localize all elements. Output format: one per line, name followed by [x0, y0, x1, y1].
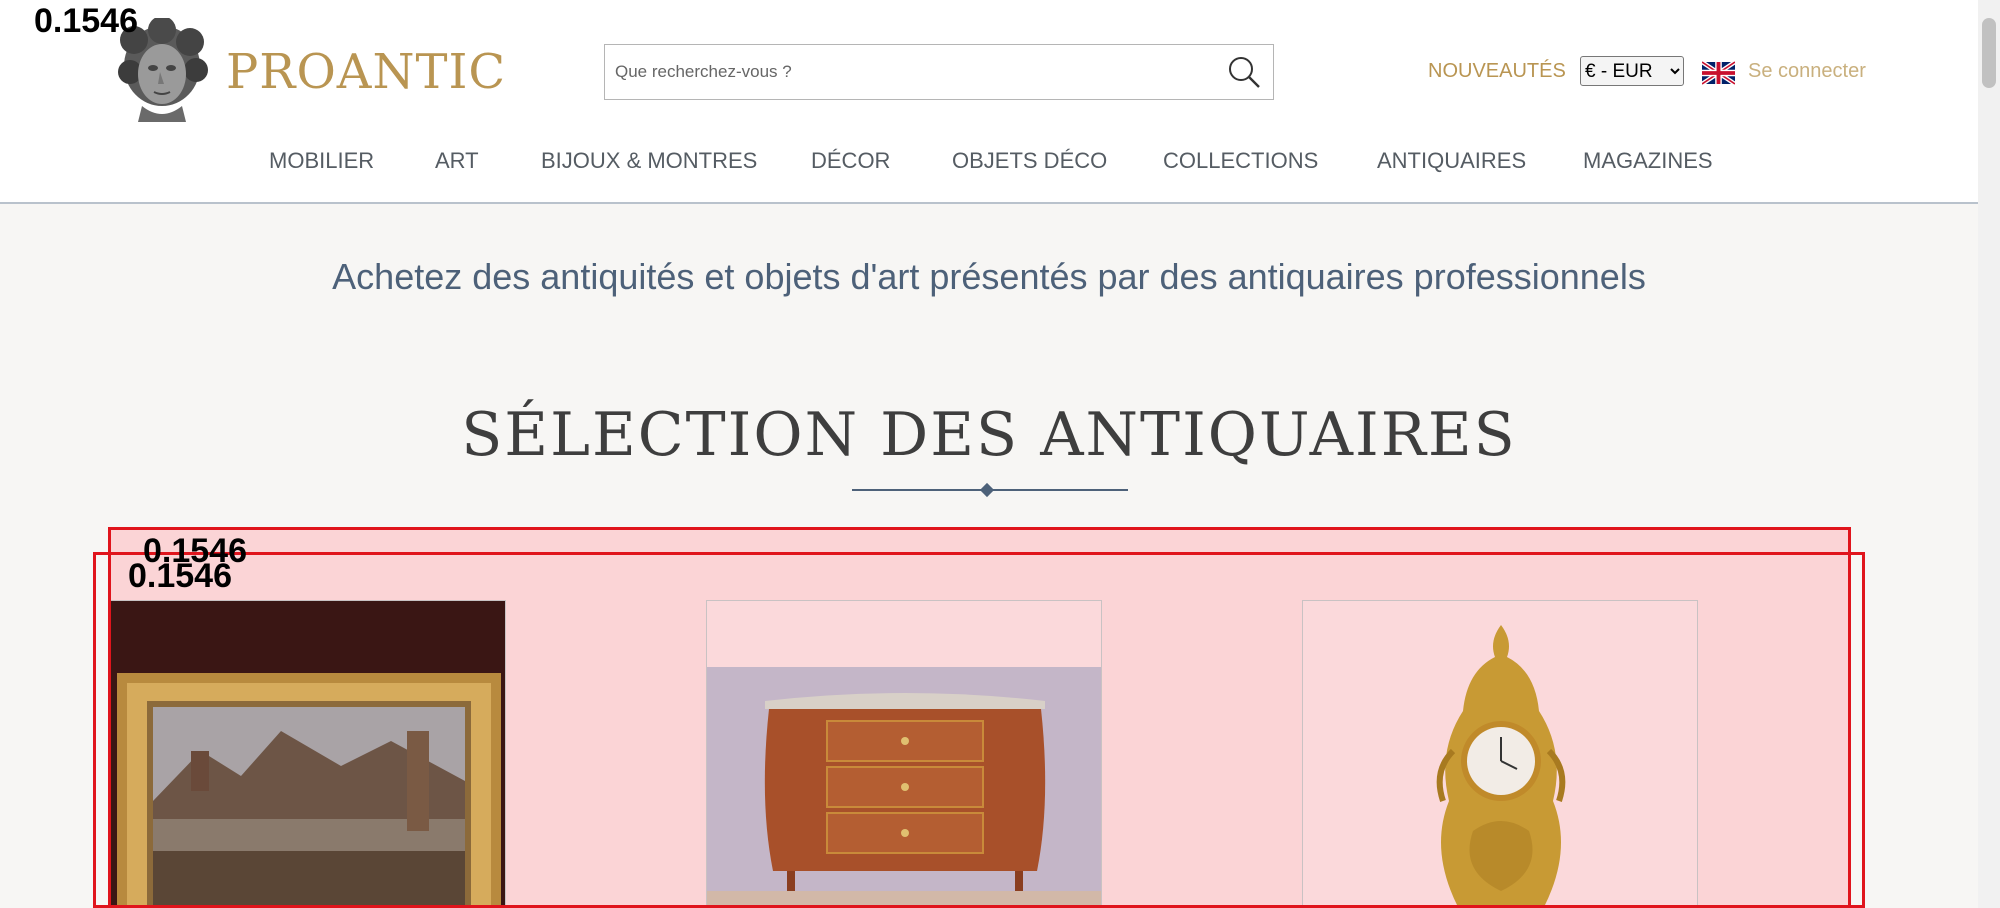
overlay-box-2 — [93, 552, 1865, 908]
nouveautes-link[interactable]: NOUVEAUTÉS — [1428, 60, 1566, 83]
nav-item-mobilier[interactable]: MOBILIER — [269, 148, 374, 174]
currency-select[interactable]: € - EUR — [1580, 56, 1684, 86]
nav-item-objets-deco[interactable]: OBJETS DÉCO — [952, 148, 1107, 174]
search-box — [604, 44, 1274, 100]
scroll-thumb[interactable] — [1982, 18, 1996, 88]
site-header: PROANTIC NOUVEAUTÉS € - EUR Se connecter… — [0, 0, 1978, 204]
uk-flag-icon[interactable] — [1702, 61, 1735, 85]
page-tagline: Achetez des antiquités et objets d'art p… — [332, 256, 1646, 297]
section-title: SÉLECTION DES ANTIQUAIRES — [461, 400, 1517, 470]
nav-item-magazines[interactable]: MAGAZINES — [1583, 148, 1713, 174]
login-link[interactable]: Se connecter — [1748, 60, 1866, 83]
overlay-score-label: 0.1546 — [128, 557, 232, 595]
nav-item-art[interactable]: ART — [435, 148, 479, 174]
logo-text[interactable]: PROANTIC — [226, 44, 506, 100]
page-scrollbar[interactable] — [1978, 0, 2000, 908]
title-diamond-icon — [979, 482, 995, 498]
nav-item-bijoux-montres[interactable]: BIJOUX & MONTRES — [541, 148, 757, 174]
nav-item-collections[interactable]: COLLECTIONS — [1163, 148, 1318, 174]
nav-item-decor[interactable]: DÉCOR — [811, 148, 890, 174]
search-input[interactable] — [615, 45, 1195, 99]
search-icon[interactable] — [1227, 55, 1261, 89]
overlay-score-label: 0.1546 — [34, 2, 138, 40]
main-nav: MOBILIER ART BIJOUX & MONTRES DÉCOR OBJE… — [0, 148, 1978, 178]
nav-item-antiquaires[interactable]: ANTIQUAIRES — [1377, 148, 1526, 174]
